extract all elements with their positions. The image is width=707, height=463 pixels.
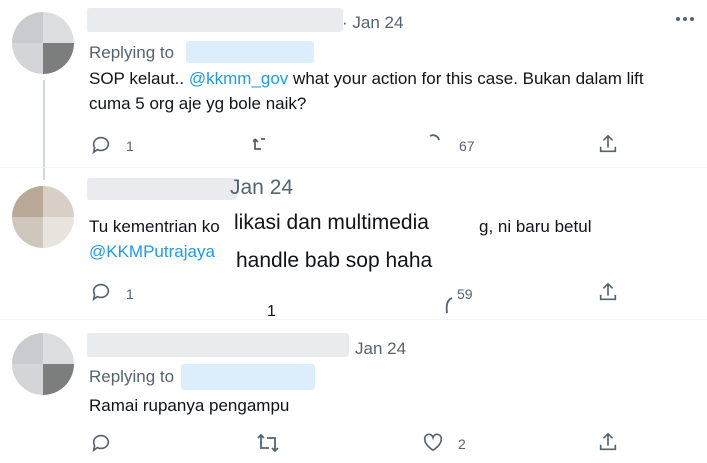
mention-link[interactable]: @kkmm_gov bbox=[189, 69, 288, 88]
tweet-text-line-2: cuma 5 org aje yg bole naik? bbox=[89, 94, 307, 113]
thread-line bbox=[43, 80, 45, 180]
divider bbox=[0, 319, 707, 320]
tweet-date[interactable]: Jan 24 bbox=[230, 176, 293, 200]
like-count: 67 bbox=[459, 138, 475, 154]
share-icon[interactable] bbox=[597, 431, 619, 453]
tweet-text: SOP kelaut.. @kkmm_gov what your action … bbox=[89, 69, 644, 88]
replying-to-label: Replying to bbox=[89, 43, 175, 62]
avatar[interactable] bbox=[12, 12, 74, 74]
share-icon[interactable] bbox=[597, 281, 619, 303]
reply-icon[interactable] bbox=[90, 134, 112, 156]
reply-icon[interactable] bbox=[90, 281, 112, 303]
replying-to-label: Replying to bbox=[89, 367, 175, 386]
tweet-text-tail: g, ni baru betul bbox=[479, 217, 592, 236]
like-count: 2 bbox=[458, 436, 466, 452]
more-options-icon[interactable] bbox=[676, 16, 694, 22]
tweet-text: Ramai rupanya pengampu bbox=[89, 396, 290, 415]
replying-to-handle-redacted[interactable] bbox=[181, 364, 315, 390]
tweet-date[interactable]: Jan 24 bbox=[355, 339, 406, 359]
reply-count: 1 bbox=[126, 286, 134, 302]
divider bbox=[0, 167, 707, 168]
retweet-icon[interactable] bbox=[256, 432, 280, 454]
like-icon-partial[interactable] bbox=[443, 296, 455, 316]
tweet-text: Tu kementrian ko bbox=[89, 217, 220, 236]
mention-link[interactable]: @KKMPutrajaya bbox=[89, 240, 215, 264]
reply-count: 1 bbox=[126, 138, 134, 154]
username-redacted bbox=[87, 178, 237, 200]
username-redacted bbox=[87, 8, 343, 32]
overlay-text-2: handle bab sop haha bbox=[236, 249, 433, 272]
overlay-text-1: likasi dan multimedia bbox=[234, 211, 429, 234]
replying-to-handle-redacted[interactable] bbox=[186, 41, 314, 63]
like-icon-partial[interactable] bbox=[428, 133, 442, 147]
like-count: 59 bbox=[457, 286, 473, 302]
avatar[interactable] bbox=[12, 333, 74, 395]
share-icon[interactable] bbox=[597, 133, 619, 155]
retweet-icon-partial[interactable] bbox=[253, 135, 273, 153]
username-redacted bbox=[87, 333, 349, 357]
tweet-date[interactable]: · Jan 24 bbox=[342, 13, 403, 33]
reply-icon[interactable] bbox=[90, 432, 112, 454]
avatar[interactable] bbox=[12, 186, 74, 248]
like-icon[interactable] bbox=[422, 432, 444, 452]
